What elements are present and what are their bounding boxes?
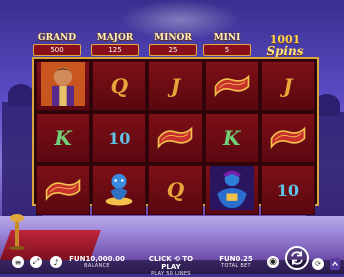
jackpot-name: MINOR bbox=[154, 33, 192, 43]
jackpot-minor: MINOR 25 bbox=[148, 33, 198, 56]
reel-4: K bbox=[204, 61, 259, 215]
symbol-10: 10 bbox=[276, 180, 300, 200]
symbol-k: K bbox=[223, 126, 241, 150]
menu-arrow-icon[interactable] bbox=[330, 258, 340, 270]
reel-cell bbox=[36, 165, 91, 215]
symbol-k: K bbox=[54, 126, 72, 150]
magic-carpet-icon bbox=[212, 70, 252, 102]
chevron-up-icon bbox=[332, 261, 338, 266]
jackpot-name: MINI bbox=[213, 33, 241, 43]
reel-5: J 10 bbox=[260, 61, 315, 215]
lamp-stand-icon bbox=[9, 214, 25, 250]
fullscreen-icon[interactable]: ⤢ bbox=[30, 256, 42, 268]
reel-cell: J bbox=[260, 61, 315, 111]
bet-label: TOTAL BET bbox=[221, 263, 251, 269]
jackpot-value: 5 bbox=[203, 44, 251, 56]
magic-carpet-icon bbox=[43, 174, 83, 206]
spin-arrows-icon bbox=[291, 251, 303, 265]
symbol-j: J bbox=[170, 74, 181, 98]
reel-cell: 10 bbox=[92, 113, 147, 163]
aladdin-icon bbox=[41, 62, 86, 110]
play-lines-label: PLAY 50 LINES bbox=[151, 271, 191, 277]
magic-carpet-icon bbox=[268, 122, 308, 154]
reel-cell bbox=[204, 165, 259, 215]
reel-cell: K bbox=[36, 113, 91, 163]
balance-display: FUN10,000.00 BALANCE bbox=[68, 255, 126, 269]
reel-grid: K Q 10 J Q K J 10 bbox=[32, 57, 319, 215]
reel-cell bbox=[36, 61, 91, 111]
reel-cell bbox=[260, 113, 315, 163]
jackpot-value: 25 bbox=[149, 44, 197, 56]
blue-genie-icon bbox=[99, 168, 139, 212]
spin-button[interactable] bbox=[285, 246, 309, 270]
magic-carpet-icon bbox=[155, 122, 195, 154]
jackpot-bar: GRAND 500 MAJOR 125 MINOR 25 MINI 5 bbox=[32, 33, 252, 56]
symbol-10: 10 bbox=[108, 128, 131, 148]
reel-cell: K bbox=[204, 113, 259, 163]
bet-display: FUN0.25 TOTAL BET bbox=[216, 255, 256, 269]
sultan-genie-icon bbox=[209, 166, 254, 214]
bet-value: FUN0.25 bbox=[219, 255, 253, 263]
jackpot-value: 500 bbox=[33, 44, 81, 56]
reel-2: Q 10 bbox=[92, 61, 147, 215]
jackpot-value: 125 bbox=[91, 44, 139, 56]
reel-cell: Q bbox=[148, 165, 203, 215]
jackpot-name: MAJOR bbox=[96, 33, 134, 43]
symbol-q: Q bbox=[166, 178, 185, 202]
reel-cell bbox=[204, 61, 259, 111]
menu-icon[interactable]: ≡ bbox=[12, 256, 24, 268]
palace-dome-left bbox=[8, 84, 34, 106]
reel-3: JQ bbox=[148, 61, 203, 215]
jackpot-mini: MINI 5 bbox=[202, 33, 252, 56]
reel-cell bbox=[92, 165, 147, 215]
autoplay-icon[interactable]: ⟳ bbox=[312, 258, 324, 270]
jackpot-grand: GRAND 500 bbox=[32, 33, 82, 56]
spin-mini-icon: ⟲ bbox=[174, 255, 180, 263]
reel-cell: J bbox=[148, 61, 203, 111]
symbol-j: J bbox=[283, 74, 293, 98]
reel-cell bbox=[148, 113, 203, 163]
reel-cell: 10 bbox=[260, 165, 315, 215]
click-to-play-label: CLICK ⟲ TO PLAY bbox=[148, 255, 194, 271]
logo-line-2: Spins bbox=[266, 44, 304, 58]
coins-icon[interactable]: ◉ bbox=[267, 256, 279, 268]
symbol-q: Q bbox=[110, 74, 128, 98]
jackpot-name: GRAND bbox=[37, 33, 77, 43]
reel-cell: Q bbox=[92, 61, 147, 111]
jackpot-major: MAJOR 125 bbox=[90, 33, 140, 56]
reel-1: K bbox=[36, 61, 91, 215]
balance-label: BALANCE bbox=[84, 263, 110, 269]
game-logo: 1001 Spins bbox=[254, 34, 316, 58]
balance-value: FUN10,000.00 bbox=[69, 255, 125, 263]
sound-icon[interactable]: ♪ bbox=[50, 256, 62, 268]
